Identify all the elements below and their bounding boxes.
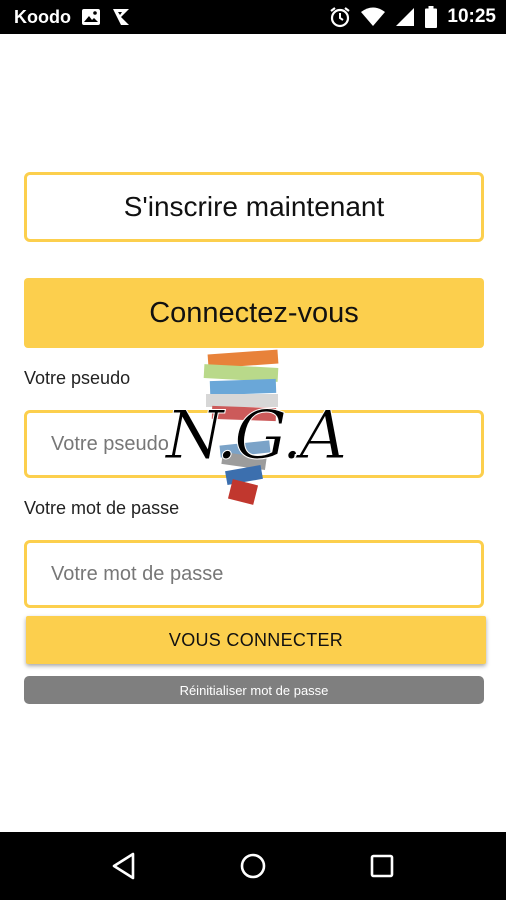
navigation-bar bbox=[0, 832, 506, 900]
logo-text: N.G.A bbox=[164, 397, 345, 474]
signup-button[interactable]: S'inscrire maintenant bbox=[24, 172, 484, 242]
password-input[interactable] bbox=[24, 540, 484, 608]
alarm-icon bbox=[329, 6, 351, 28]
clock-time: 10:25 bbox=[447, 6, 496, 27]
image-icon bbox=[81, 8, 101, 26]
wifi-icon bbox=[361, 7, 386, 27]
password-label: Votre mot de passe bbox=[24, 498, 180, 518]
battery-icon bbox=[425, 6, 438, 28]
login-header: Connectez-vous bbox=[24, 278, 484, 348]
home-icon[interactable] bbox=[223, 836, 283, 896]
reset-password-button[interactable]: Réinitialiser mot de passe bbox=[24, 676, 484, 704]
nga-logo: N.G.A bbox=[160, 348, 350, 518]
back-icon[interactable] bbox=[94, 836, 154, 896]
signal-icon bbox=[395, 7, 415, 27]
app-notification-icon bbox=[111, 7, 131, 27]
status-bar: Koodo 10:25 bbox=[0, 0, 506, 34]
username-label: Votre pseudo bbox=[24, 368, 131, 388]
login-submit-button[interactable]: VOUS CONNECTER bbox=[26, 616, 486, 664]
recents-icon[interactable] bbox=[352, 836, 412, 896]
carrier-name: Koodo bbox=[14, 6, 71, 27]
